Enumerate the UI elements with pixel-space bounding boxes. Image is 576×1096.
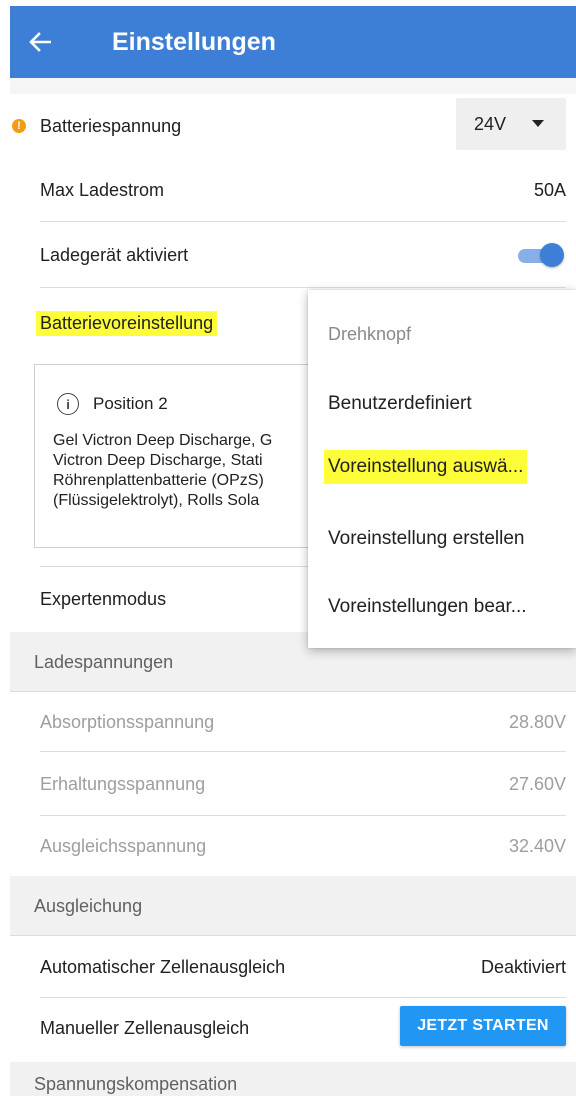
max-current-label: Max Ladestrom (40, 179, 165, 200)
app-bar: Einstellungen (10, 6, 576, 78)
absorption-voltage-value: 28.80V (508, 711, 566, 732)
dropdown-item-edit-presets[interactable]: Voreinstellungen bear... (328, 596, 527, 618)
absorption-voltage-row[interactable]: Absorptionsspannung 28.80V (10, 692, 576, 752)
top-spacer (10, 78, 576, 94)
dropdown-item-create-preset[interactable]: Voreinstellung erstellen (328, 528, 524, 550)
charger-enabled-label: Ladegerät aktiviert (40, 244, 189, 265)
page-title: Einstellungen (112, 27, 276, 56)
auto-balance-label: Automatischer Zellenausgleich (40, 956, 286, 977)
float-voltage-row[interactable]: Erhaltungsspannung 27.60V (10, 752, 576, 816)
manual-balance-label: Manueller Zellenausgleich (40, 1017, 250, 1038)
info-card-line: (Flüssigelektrolyt), Rolls Sola (53, 492, 260, 509)
dropdown-header: Drehknopf (328, 324, 412, 344)
dropdown-item-custom[interactable]: Benutzerdefiniert (328, 393, 472, 415)
info-card-header: i Position 2 (57, 393, 168, 415)
info-card-line: Gel Victron Deep Discharge, G (53, 432, 273, 449)
start-now-button[interactable]: JETZT STARTEN (400, 1006, 566, 1046)
auto-balance-value: Deaktiviert (480, 956, 566, 977)
max-current-row[interactable]: Max Ladestrom 50A (10, 158, 576, 222)
float-voltage-value: 27.60V (508, 773, 566, 794)
section-header-voltage-compensation: Spannungskompensation (10, 1062, 576, 1096)
info-card-title: Position 2 (93, 394, 168, 413)
preset-dropdown-menu: Drehknopf Benutzerdefiniert Voreinstellu… (308, 290, 576, 648)
battery-voltage-value: 24V (474, 113, 507, 134)
equalization-voltage-value: 32.40V (508, 835, 566, 856)
battery-voltage-row: ! Batteriespannung 24V (10, 94, 576, 158)
battery-voltage-label: Batteriespannung (40, 115, 182, 136)
section-label: Ausgleichung (34, 895, 143, 916)
battery-voltage-select[interactable]: 24V (456, 98, 566, 150)
preset-info-card: i Position 2 Gel Victron Deep Discharge,… (34, 364, 314, 548)
toggle-knob (540, 243, 564, 267)
equalization-voltage-label: Ausgleichsspannung (40, 835, 207, 856)
charger-enabled-row: Ladegerät aktiviert (10, 222, 576, 288)
charger-enabled-toggle[interactable] (518, 243, 564, 267)
info-card-line: Victron Deep Discharge, Stati (53, 452, 263, 469)
manual-balance-row: Manueller Zellenausgleich JETZT STARTEN (10, 998, 576, 1058)
section-label: Spannungskompensation (34, 1074, 238, 1094)
info-card-line: Röhrenplattenbatterie (OPzS) (53, 472, 264, 489)
dropdown-item-select-preset[interactable]: Voreinstellung auswä... (324, 450, 528, 484)
warning-icon: ! (12, 119, 26, 133)
max-current-value: 50A (533, 179, 566, 200)
auto-balance-row[interactable]: Automatischer Zellenausgleich Deaktivier… (10, 936, 576, 998)
equalization-voltage-row[interactable]: Ausgleichsspannung 32.40V (10, 816, 576, 876)
arrow-left-icon (29, 32, 51, 52)
info-card-body: Gel Victron Deep Discharge, G Victron De… (53, 431, 313, 511)
expert-mode-label: Expertenmodus (40, 588, 167, 609)
section-header-equalization: Ausgleichung (10, 876, 576, 936)
battery-preset-label: Batterievoreinstellung (36, 310, 218, 336)
section-label: Ladespannungen (34, 651, 174, 672)
absorption-voltage-label: Absorptionsspannung (40, 711, 215, 732)
info-icon: i (57, 393, 79, 415)
caret-down-icon (532, 120, 544, 127)
back-button[interactable] (10, 6, 70, 78)
float-voltage-label: Erhaltungsspannung (40, 773, 206, 794)
